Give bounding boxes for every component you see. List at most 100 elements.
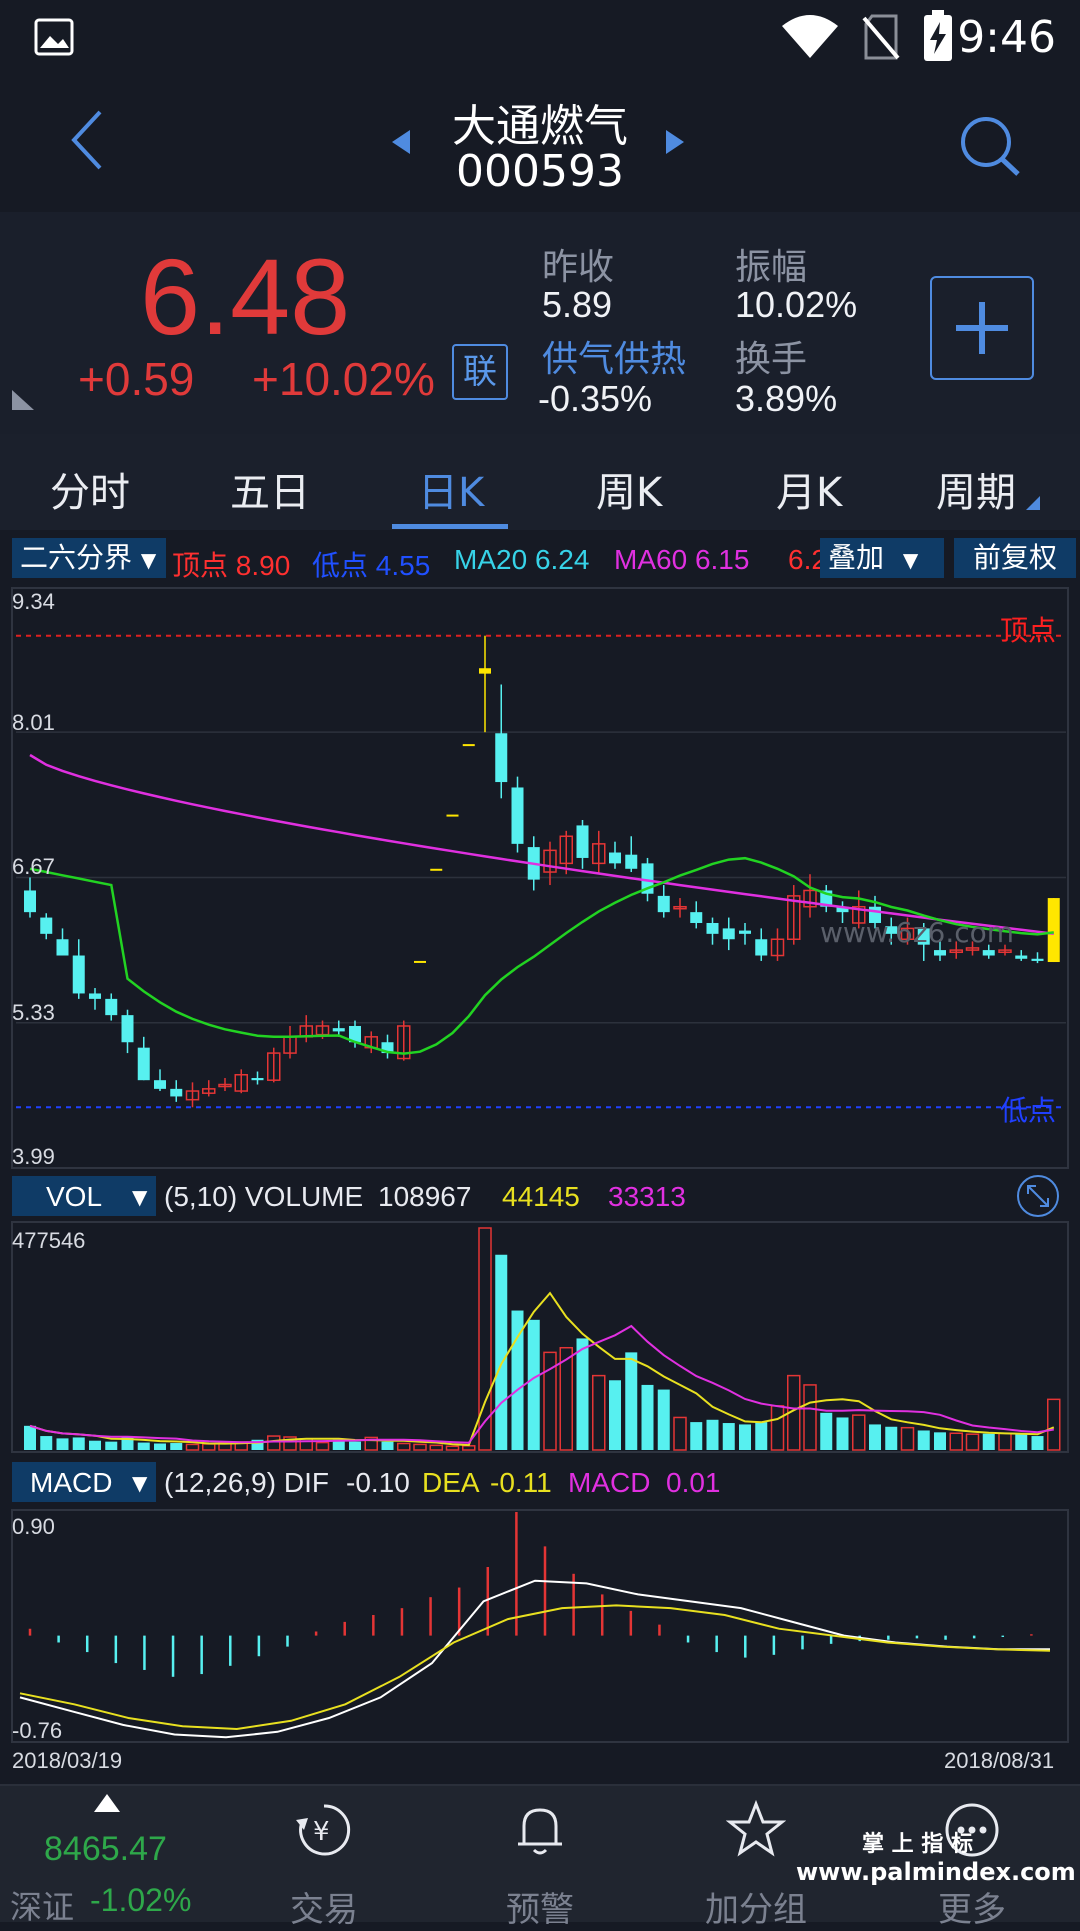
corner-watermark-line2: www.palmindex.com <box>796 1858 1076 1886</box>
search-icon[interactable] <box>958 114 1022 178</box>
candle <box>722 928 735 940</box>
vol-select-label: VOL <box>46 1181 102 1212</box>
price-axis-l3: 6.67 <box>12 854 55 879</box>
vol-value: 108967 <box>378 1181 471 1212</box>
volume-bar <box>625 1352 638 1450</box>
candle <box>446 814 459 817</box>
chevron-down-icon: ▼ <box>140 548 157 572</box>
volume-bar <box>495 1254 508 1450</box>
macd-panel-frame <box>11 1509 1069 1743</box>
nav-trade[interactable]: 交易 <box>264 1882 384 1931</box>
amplitude-value: 10.02% <box>735 284 858 325</box>
candle <box>24 890 36 913</box>
macd-macd-value: 0.01 <box>666 1467 721 1498</box>
volume-bar <box>349 1441 361 1450</box>
index-up-icon <box>94 1794 120 1812</box>
turnover-label: 换手 <box>735 339 808 380</box>
end-date: 2018/08/31 <box>944 1748 1054 1773</box>
volume-bar <box>982 1433 995 1450</box>
ma60-value: 6.15 <box>694 544 750 575</box>
volume-bar <box>885 1426 898 1450</box>
candle <box>40 917 53 934</box>
price-change: +0.59 <box>78 353 195 405</box>
sector-label[interactable]: 供气供热 <box>542 330 686 382</box>
tab-weekly-k[interactable]: 周K <box>596 460 662 518</box>
macd-axis-max: 0.90 <box>12 1514 55 1539</box>
candle <box>934 950 946 956</box>
tab-daily-k[interactable]: 日K <box>418 460 484 518</box>
expand-icon[interactable] <box>1017 1175 1059 1217</box>
stock-chart[interactable]: www.6z6.com 顶点 低点 9.34 8.01 6.67 5.33 3.… <box>0 582 1080 1782</box>
macd-dif-value: -0.10 <box>346 1467 410 1498</box>
volume-bar <box>381 1441 394 1450</box>
candle <box>495 733 508 783</box>
main-indicator-select[interactable]: 二六分界 ▼ <box>12 538 166 578</box>
adjust-button[interactable]: 前复权 <box>954 538 1076 578</box>
star-icon[interactable] <box>726 1800 786 1860</box>
period-dropdown-icon <box>1026 496 1040 510</box>
tab-intraday[interactable]: 分时 <box>50 460 130 518</box>
volume-bar <box>755 1422 768 1450</box>
volume-bar <box>170 1443 183 1450</box>
nav-alert[interactable]: 预警 <box>480 1882 600 1931</box>
candle <box>72 955 85 994</box>
candle <box>479 668 491 674</box>
volume-bar <box>105 1441 118 1450</box>
macd-dea-label: DEA <box>422 1467 480 1498</box>
volume-bar <box>690 1422 703 1450</box>
chevron-down-icon: ▼ <box>132 1471 148 1495</box>
next-stock-icon[interactable] <box>664 128 686 156</box>
candle <box>982 950 995 956</box>
candle <box>89 993 101 999</box>
related-badge[interactable]: 联 <box>452 344 508 400</box>
candle <box>332 1028 345 1032</box>
candle <box>755 939 768 956</box>
stock-code: 000593 <box>456 146 624 197</box>
low-point-label: 低点 <box>312 550 369 581</box>
svg-text:¥: ¥ <box>313 1817 330 1847</box>
volume-bar <box>706 1419 719 1450</box>
candle <box>657 895 670 913</box>
price-axis-l4: 5.33 <box>12 1000 55 1025</box>
bell-icon[interactable] <box>510 1800 570 1860</box>
vol-ma5: 44145 <box>502 1181 580 1212</box>
low-point-value: 4.55 <box>375 550 431 581</box>
macd-params: (12,26,9) DIF <box>164 1467 329 1498</box>
candle <box>609 852 621 864</box>
volume-bar <box>1015 1434 1028 1450</box>
candle <box>462 744 475 747</box>
watermark: www.6z6.com <box>820 916 1014 949</box>
overlay-select-label: 叠加 <box>828 541 885 574</box>
candle <box>690 912 703 923</box>
candle <box>739 930 751 934</box>
amplitude-label: 振幅 <box>735 247 808 288</box>
no-sim-icon <box>862 14 900 60</box>
overlay-select[interactable]: 叠加 ▼ <box>820 538 944 578</box>
volume-bar <box>869 1424 881 1450</box>
last-price: 6.48 <box>140 236 351 357</box>
active-tab-underline <box>392 524 508 529</box>
tab-monthly-k[interactable]: 月K <box>776 460 842 518</box>
volume-bar <box>917 1430 930 1450</box>
volume-bar <box>154 1443 166 1450</box>
volume-bar <box>137 1442 150 1450</box>
candle <box>576 825 589 858</box>
ma60-label: MA60 <box>614 544 688 575</box>
index-name: 深证 <box>10 1888 75 1926</box>
candle <box>414 960 426 963</box>
nav-add-group[interactable]: 加分组 <box>696 1882 816 1931</box>
trade-icon[interactable]: ¥ <box>294 1800 354 1860</box>
candle <box>511 787 524 844</box>
status-bar: 9:46 <box>0 0 1080 78</box>
macd-axis-min: -0.76 <box>12 1718 62 1743</box>
candle <box>137 1047 150 1081</box>
nav-more[interactable]: 更多 <box>912 1882 1032 1931</box>
candle <box>1015 955 1028 959</box>
candle <box>1031 958 1044 961</box>
tab-five-day[interactable]: 五日 <box>230 460 310 518</box>
add-watchlist-button[interactable] <box>930 276 1034 380</box>
index-value[interactable]: 8465.47 <box>44 1830 167 1869</box>
volume-bar <box>641 1384 654 1450</box>
tab-period[interactable]: 周期 <box>936 460 1016 518</box>
candle <box>154 1080 166 1089</box>
